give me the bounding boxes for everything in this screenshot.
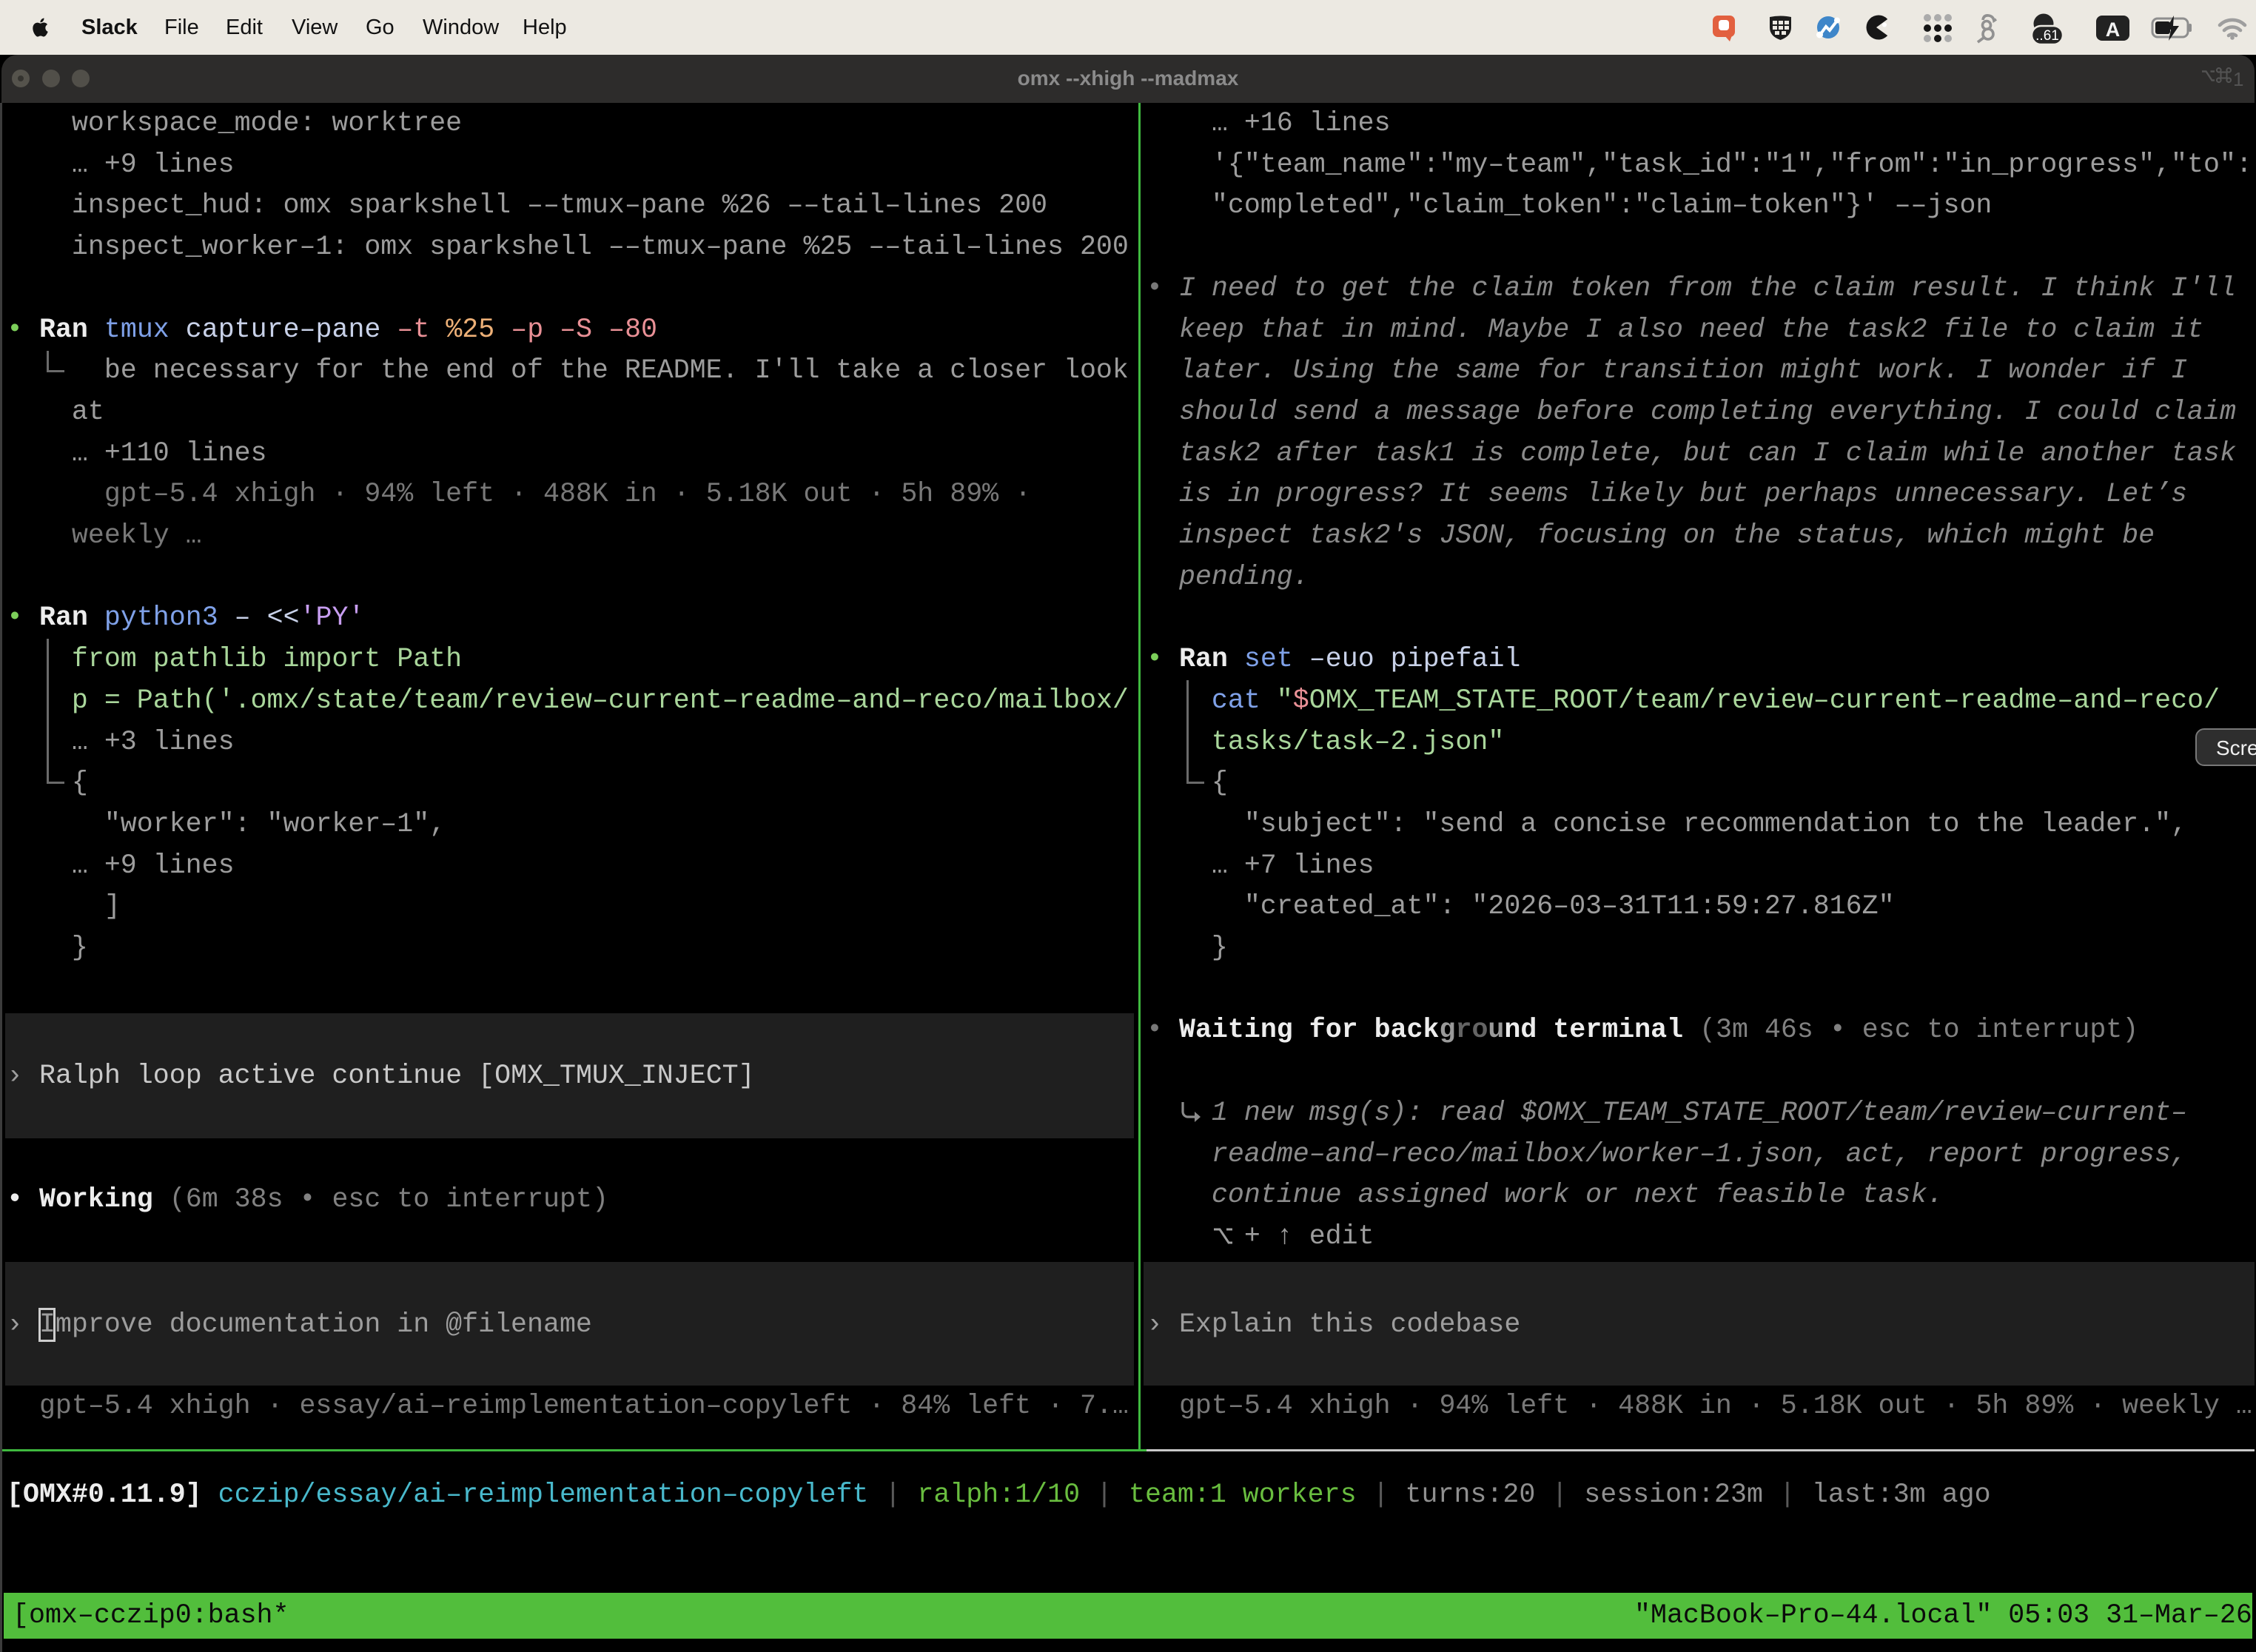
svg-text:..61: ..61 <box>2035 28 2059 44</box>
